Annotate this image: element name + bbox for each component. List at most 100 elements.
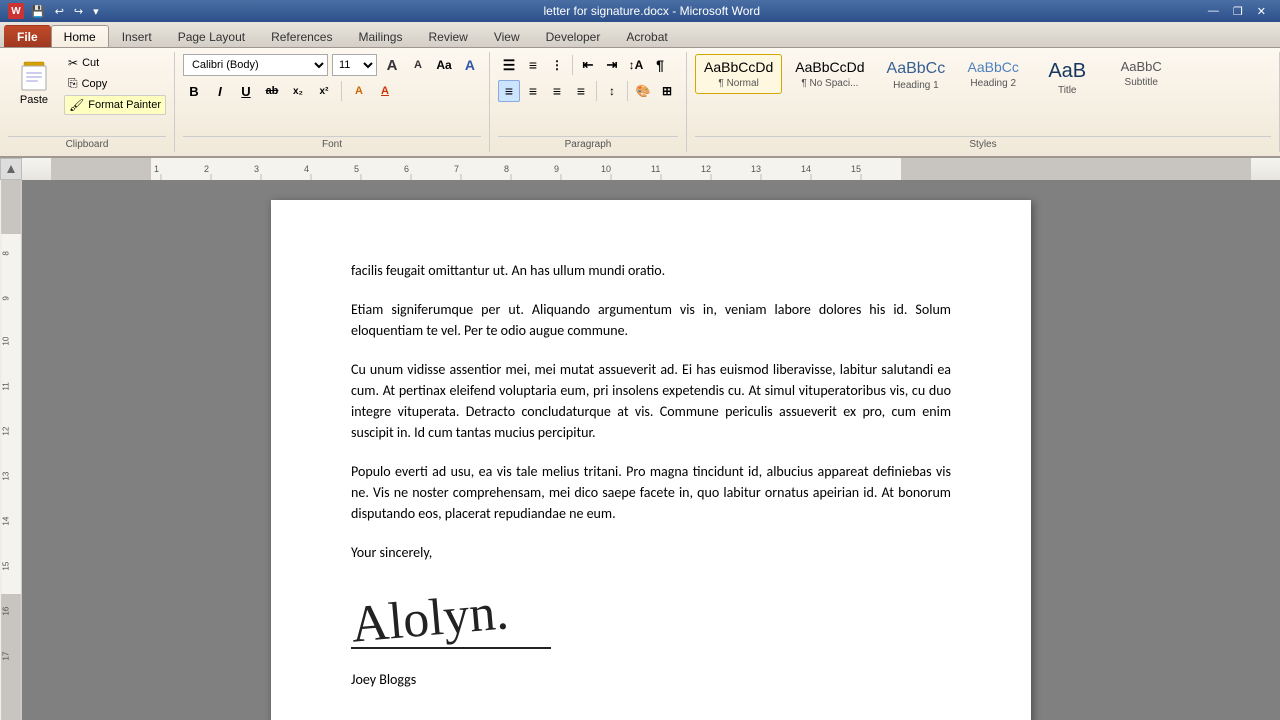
change-case-btn[interactable]: Aa bbox=[433, 54, 455, 76]
title-bar-controls: — ❐ ✕ bbox=[1202, 4, 1272, 19]
svg-text:13: 13 bbox=[1, 471, 10, 480]
tab-developer[interactable]: Developer bbox=[533, 25, 614, 47]
svg-text:11: 11 bbox=[651, 164, 660, 174]
svg-text:11: 11 bbox=[1, 382, 10, 391]
copy-button[interactable]: ⎘ Copy bbox=[64, 74, 166, 93]
svg-text:15: 15 bbox=[1, 561, 10, 570]
align-center-btn[interactable]: ≡ bbox=[522, 80, 544, 102]
style-title-label: Title bbox=[1058, 85, 1077, 96]
style-heading1-label: Heading 1 bbox=[893, 80, 939, 91]
paragraph-group-label: Paragraph bbox=[498, 136, 678, 150]
scissors-icon: ✂ bbox=[68, 56, 78, 70]
sort-btn[interactable]: ↕A bbox=[625, 54, 647, 76]
paragraph-group: ☰ ≡ ⋮ ⇤ ⇥ ↕A ¶ ≡ ≡ ≡ ≡ ↕ 🎨 ⊞ Paragraph bbox=[490, 52, 687, 152]
tab-home[interactable]: Home bbox=[51, 25, 109, 47]
multilevel-btn[interactable]: ⋮ bbox=[546, 54, 568, 76]
ruler-tab-btn[interactable] bbox=[0, 158, 22, 180]
paragraph-2: Etiam signiferumque per ut. Aliquando ar… bbox=[351, 299, 951, 341]
restore-btn[interactable]: ❐ bbox=[1227, 4, 1249, 19]
ribbon-tabs: File Home Insert Page Layout References … bbox=[0, 22, 1280, 48]
style-heading1[interactable]: AaBbCc Heading 1 bbox=[878, 54, 955, 96]
font-color-btn[interactable]: A bbox=[374, 80, 396, 102]
tab-mailings[interactable]: Mailings bbox=[345, 25, 415, 47]
shading-btn[interactable]: 🎨 bbox=[632, 80, 654, 102]
bullets-btn[interactable]: ☰ bbox=[498, 54, 520, 76]
format-painter-button[interactable]: 🖌 Format Painter bbox=[64, 95, 166, 115]
svg-text:10: 10 bbox=[601, 164, 611, 174]
underline-btn[interactable]: U bbox=[235, 80, 257, 102]
tab-view[interactable]: View bbox=[481, 25, 533, 47]
svg-text:8: 8 bbox=[504, 164, 509, 174]
style-subtitle-preview: AaBbC bbox=[1121, 59, 1162, 75]
style-nospace-preview: AaBbCcDd bbox=[795, 59, 864, 76]
para-row1: ☰ ≡ ⋮ ⇤ ⇥ ↕A ¶ bbox=[498, 54, 671, 76]
word-icon: W bbox=[8, 3, 24, 19]
ruler-svg: 1 2 3 4 5 6 7 8 9 10 11 12 13 14 15 bbox=[22, 158, 1280, 180]
tab-page-layout[interactable]: Page Layout bbox=[165, 25, 258, 47]
font-row1: Calibri (Body) 11 A A Aa A bbox=[183, 54, 481, 76]
align-right-btn[interactable]: ≡ bbox=[546, 80, 568, 102]
borders-btn[interactable]: ⊞ bbox=[656, 80, 678, 102]
style-subtitle[interactable]: AaBbC Subtitle bbox=[1106, 54, 1176, 93]
cut-label: Cut bbox=[82, 57, 99, 69]
svg-text:9: 9 bbox=[1, 296, 10, 301]
signature-image: Alolyn. bbox=[349, 586, 510, 652]
italic-btn[interactable]: I bbox=[209, 80, 231, 102]
customize-quick-btn[interactable]: ▾ bbox=[90, 4, 102, 19]
minimize-btn[interactable]: — bbox=[1202, 4, 1225, 19]
svg-text:15: 15 bbox=[851, 164, 861, 174]
tab-insert[interactable]: Insert bbox=[109, 25, 165, 47]
title-bar-left: W 💾 ↩ ↪ ▾ bbox=[8, 3, 102, 19]
numbering-btn[interactable]: ≡ bbox=[522, 54, 544, 76]
styles-gallery: AaBbCcDd ¶ Normal AaBbCcDd ¶ No Spaci...… bbox=[695, 54, 1176, 132]
svg-text:16: 16 bbox=[1, 606, 10, 615]
document-page[interactable]: facilis feugait omittantur ut. An has ul… bbox=[271, 200, 1031, 720]
style-normal-label: ¶ Normal bbox=[718, 78, 758, 89]
undo-quick-btn[interactable]: ↩ bbox=[52, 4, 67, 19]
strikethrough-btn[interactable]: ab bbox=[261, 80, 283, 102]
tab-acrobat[interactable]: Acrobat bbox=[613, 25, 680, 47]
decrease-indent-btn[interactable]: ⇤ bbox=[577, 54, 599, 76]
paste-button[interactable]: Paste bbox=[8, 54, 60, 110]
style-heading2[interactable]: AaBbCc Heading 2 bbox=[958, 54, 1028, 94]
svg-text:17: 17 bbox=[1, 651, 10, 660]
tab-references[interactable]: References bbox=[258, 25, 345, 47]
svg-text:3: 3 bbox=[254, 164, 259, 174]
justify-btn[interactable]: ≡ bbox=[570, 80, 592, 102]
tab-file[interactable]: File bbox=[4, 25, 51, 47]
redo-quick-btn[interactable]: ↪ bbox=[71, 4, 86, 19]
clipboard-small-btns: ✂ Cut ⎘ Copy 🖌 Format Painter bbox=[64, 54, 166, 115]
paragraph-1: facilis feugait omittantur ut. An has ul… bbox=[351, 260, 951, 281]
title-bar-title: letter for signature.docx - Microsoft Wo… bbox=[544, 4, 761, 18]
bold-btn[interactable]: B bbox=[183, 80, 205, 102]
grow-font-btn[interactable]: A bbox=[381, 54, 403, 76]
tab-review[interactable]: Review bbox=[415, 25, 480, 47]
style-nospace-label: ¶ No Spaci... bbox=[801, 78, 858, 89]
style-normal[interactable]: AaBbCcDd ¶ Normal bbox=[695, 54, 782, 94]
style-title[interactable]: AaB Title bbox=[1032, 54, 1102, 101]
clear-format-btn[interactable]: A bbox=[459, 54, 481, 76]
cut-button[interactable]: ✂ Cut bbox=[64, 54, 166, 72]
style-no-spacing[interactable]: AaBbCcDd ¶ No Spaci... bbox=[786, 54, 873, 94]
font-family-select[interactable]: Calibri (Body) bbox=[183, 54, 328, 76]
superscript-btn[interactable]: x² bbox=[313, 80, 335, 102]
font-size-select[interactable]: 11 bbox=[332, 54, 377, 76]
horizontal-ruler: 1 2 3 4 5 6 7 8 9 10 11 12 13 14 15 bbox=[22, 158, 1280, 180]
style-heading1-preview: AaBbCc bbox=[887, 59, 946, 78]
styles-group-label: Styles bbox=[695, 136, 1271, 150]
document-area[interactable]: facilis feugait omittantur ut. An has ul… bbox=[22, 180, 1280, 720]
svg-text:14: 14 bbox=[801, 164, 811, 174]
align-left-btn[interactable]: ≡ bbox=[498, 80, 520, 102]
main-area: 8 9 10 11 12 13 14 15 16 17 facilis feug… bbox=[0, 180, 1280, 720]
subscript-btn[interactable]: x₂ bbox=[287, 80, 309, 102]
shrink-font-btn[interactable]: A bbox=[407, 54, 429, 76]
increase-indent-btn[interactable]: ⇥ bbox=[601, 54, 623, 76]
styles-group: AaBbCcDd ¶ Normal AaBbCcDd ¶ No Spaci...… bbox=[687, 52, 1280, 152]
svg-text:1: 1 bbox=[154, 164, 159, 174]
paragraph-4: Populo everti ad usu, ea vis tale melius… bbox=[351, 461, 951, 524]
show-formatting-btn[interactable]: ¶ bbox=[649, 54, 671, 76]
text-highlight-btn[interactable]: A bbox=[348, 80, 370, 102]
close-btn[interactable]: ✕ bbox=[1251, 4, 1272, 19]
save-quick-btn[interactable]: 💾 bbox=[28, 4, 48, 19]
line-spacing-btn[interactable]: ↕ bbox=[601, 80, 623, 102]
